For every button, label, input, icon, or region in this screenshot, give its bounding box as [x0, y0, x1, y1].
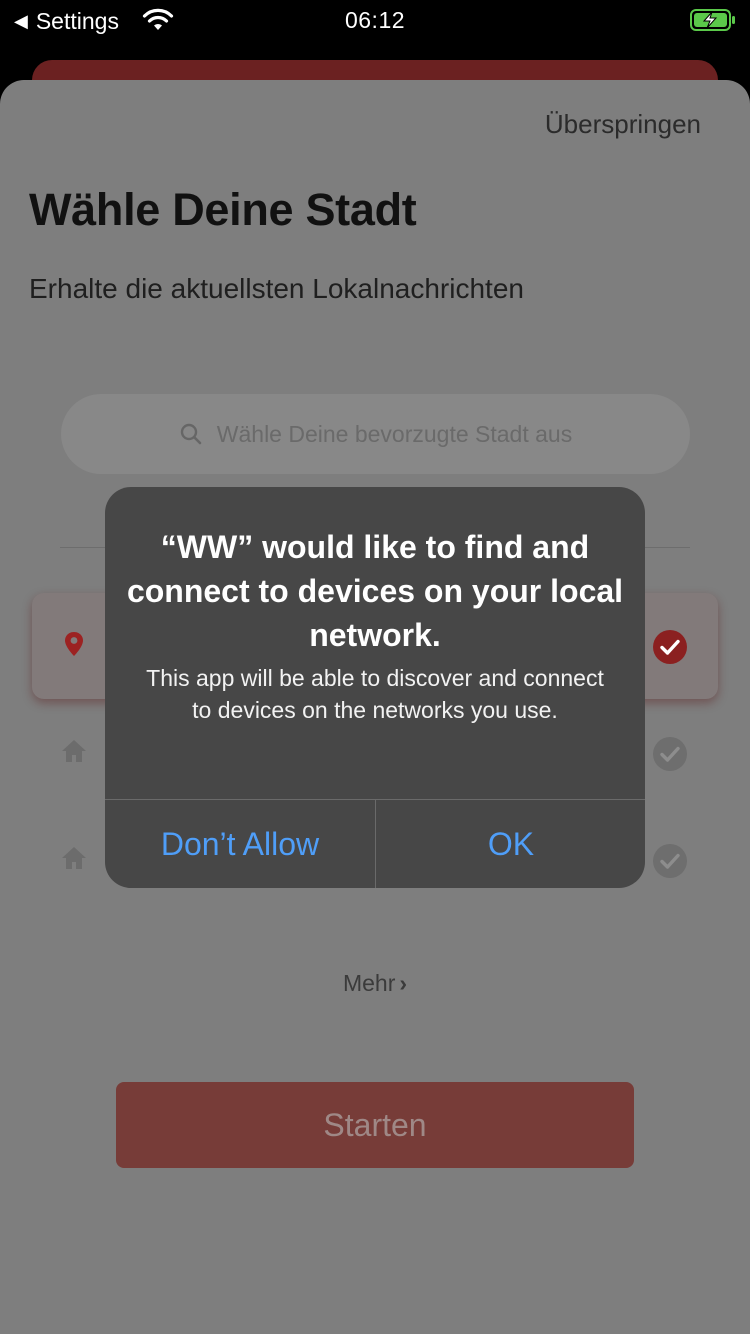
chevron-right-icon: ›: [399, 970, 408, 996]
local-network-permission-alert: “WW” would like to find and connect to d…: [105, 487, 645, 888]
checkmark-unselected-icon: [653, 737, 687, 771]
search-icon: [180, 423, 202, 445]
page-subtitle: Erhalte die aktuellsten Lokalnachrichten: [29, 273, 524, 304]
page-title: Wähle Deine Stadt: [29, 184, 417, 235]
alert-message: This app will be able to discover and co…: [146, 665, 604, 723]
more-button[interactable]: Mehr ›: [0, 970, 750, 997]
alert-title: “WW” would like to find and connect to d…: [126, 529, 624, 653]
search-placeholder: Wähle Deine bevorzugte Stadt aus: [216, 420, 573, 447]
status-bar: ◀ Settings 06:12: [0, 0, 750, 40]
checkmark-unselected-icon: [653, 844, 687, 878]
checkmark-selected-icon: [653, 630, 687, 664]
location-pin-icon: [65, 632, 83, 656]
start-button[interactable]: Starten: [116, 1082, 634, 1168]
dont-allow-button[interactable]: Don’t Allow: [105, 800, 375, 888]
skip-button[interactable]: Überspringen: [545, 109, 701, 140]
more-label: Mehr: [342, 970, 396, 996]
ok-button[interactable]: OK: [376, 800, 645, 888]
battery-charging-icon: [690, 9, 735, 31]
home-icon: [62, 740, 86, 762]
clock: 06:12: [344, 7, 406, 33]
city-search-input[interactable]: Wähle Deine bevorzugte Stadt aus: [61, 394, 690, 474]
home-icon: [62, 847, 86, 869]
